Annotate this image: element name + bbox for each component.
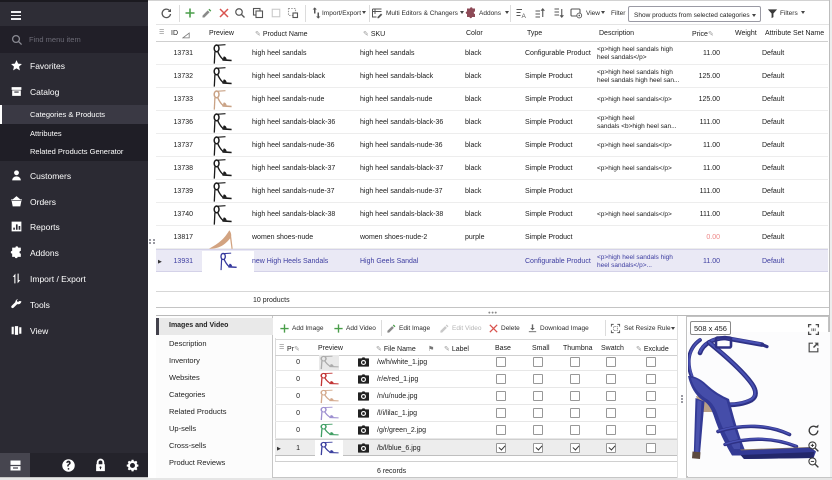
svg-text:A: A — [522, 13, 527, 19]
